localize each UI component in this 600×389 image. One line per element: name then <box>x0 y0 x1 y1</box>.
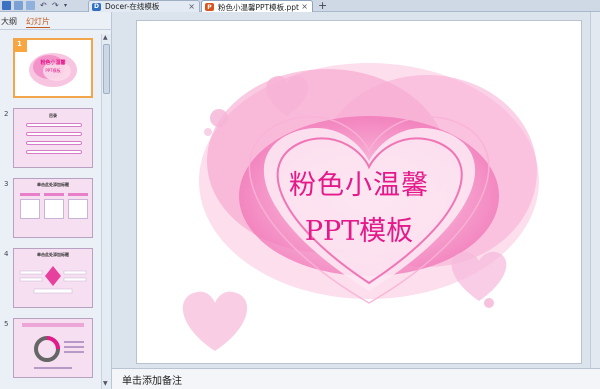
scroll-thumb[interactable] <box>103 44 110 94</box>
diamond-diagram <box>19 266 87 294</box>
slide-thumbnails: 1 粉色小温馨 PPT模板 2 目录 3 单击此处添加标题 4 单击此处添加标题… <box>0 34 100 389</box>
column-header <box>44 193 64 196</box>
notes-placeholder[interactable]: 单击添加备注 <box>122 372 182 387</box>
thumbnail-frame[interactable] <box>13 318 93 378</box>
slide-canvas[interactable]: 粉色小温馨 PPT模板 <box>136 20 582 364</box>
panel-tabs: 大纲 幻灯片 <box>0 12 112 30</box>
save-icon[interactable] <box>2 1 11 10</box>
thumb-title: 单击此处添加标题 <box>37 182 69 187</box>
thumbnail-frame[interactable]: 单击此处添加标题 <box>13 178 93 238</box>
thumbnail-scrollbar[interactable]: ▲ ▼ <box>101 34 111 389</box>
thumb-number: 2 <box>4 110 9 118</box>
thumbnail-frame[interactable]: 目录 <box>13 108 93 168</box>
thumb-title: 粉色小温馨 <box>40 60 66 66</box>
close-icon[interactable]: × <box>188 2 195 11</box>
presentation-app: ↶ ↷ ▾ D Docer-在线模板 × P 粉色小温馨PPT模板.ppt × … <box>0 0 600 389</box>
thumbnail-frame[interactable]: 1 粉色小温馨 PPT模板 <box>13 38 93 98</box>
column-header <box>68 193 88 196</box>
toc-bar <box>26 132 82 136</box>
tab-outline[interactable]: 大纲 <box>1 16 17 27</box>
thumb-number: 4 <box>4 250 9 258</box>
close-icon[interactable]: × <box>301 2 308 11</box>
slide-editor: 粉色小温馨 PPT模板 <box>112 12 600 368</box>
undo-icon[interactable]: ↶ <box>40 1 49 10</box>
tab-slides[interactable]: 幻灯片 <box>26 16 50 28</box>
scroll-up-icon[interactable]: ▲ <box>103 34 108 41</box>
redo-icon[interactable]: ↷ <box>52 1 61 10</box>
column-header <box>20 193 40 196</box>
slide-title[interactable]: 粉色小温馨 <box>137 163 581 202</box>
content-box <box>44 199 64 219</box>
content-box <box>68 199 88 219</box>
thumb-title: 目录 <box>49 113 57 118</box>
slide-panel: 大纲 幻灯片 1 粉色小温馨 PPT模板 2 目录 3 单击此处添加标题 4 单… <box>0 12 112 389</box>
tab-label: 粉色小温馨PPT模板.ppt <box>218 2 299 12</box>
thumb-subtitle: PPT模板 <box>45 68 61 73</box>
toc-bar <box>26 123 82 127</box>
print-icon[interactable] <box>14 1 23 10</box>
new-tab-button[interactable]: + <box>318 0 327 12</box>
preview-icon[interactable] <box>26 1 35 10</box>
thumb-number: 5 <box>4 320 9 328</box>
ppt-file-icon: P <box>205 3 214 11</box>
toc-bar <box>26 150 82 154</box>
slide-subtitle[interactable]: PPT模板 <box>137 209 581 248</box>
tab-label: Docer-在线模板 <box>105 2 160 11</box>
editor-scrollbar[interactable] <box>590 12 600 368</box>
tab-docer-templates[interactable]: D Docer-在线模板 × <box>88 0 200 12</box>
notes-pane[interactable]: 单击添加备注 <box>112 368 600 389</box>
tab-bar: ↶ ↷ ▾ D Docer-在线模板 × P 粉色小温馨PPT模板.ppt × … <box>0 0 600 13</box>
toc-bar <box>26 141 82 145</box>
content-box <box>20 199 40 219</box>
cycle-diagram <box>22 323 84 369</box>
scroll-down-icon[interactable]: ▼ <box>103 380 108 387</box>
chevron-down-icon[interactable]: ▾ <box>64 1 73 10</box>
docer-icon: D <box>92 2 101 11</box>
thumbnail-frame[interactable]: 单击此处添加标题 <box>13 248 93 308</box>
thumb-number: 3 <box>4 180 9 188</box>
